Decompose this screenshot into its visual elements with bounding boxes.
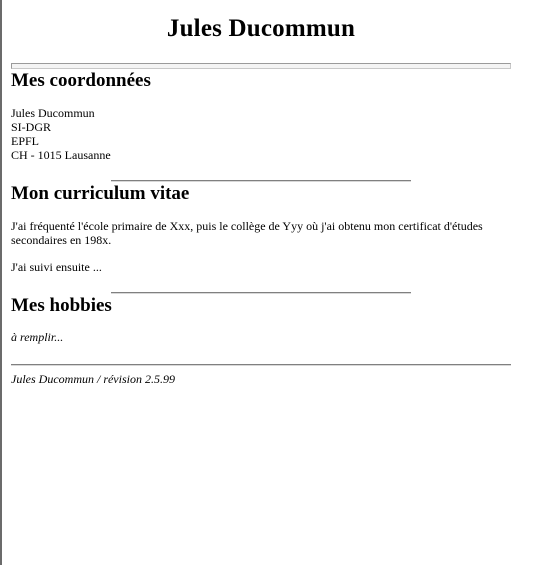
contact-line-department: SI-DGR (11, 120, 52, 134)
hobbies-text: à remplir... (11, 330, 64, 344)
contact-line-institution: EPFL (11, 134, 40, 148)
footer-divider (11, 364, 511, 366)
page-content: Jules Ducommun Mes coordonnées Jules Duc… (11, 0, 511, 386)
cv-paragraph-2: J'ai suivi ensuite ... (11, 260, 102, 274)
contact-line-name: Jules Ducommun (11, 106, 95, 120)
hobbies-heading: Mes hobbies (11, 295, 112, 316)
contact-line-city: CH - 1015 Lausanne (11, 148, 111, 162)
cv-paragraph-1: J'ai fréquenté l'école primaire de Xxx, … (11, 219, 483, 247)
frame-border (0, 0, 2, 565)
cv-heading: Mon curriculum vitae (11, 183, 190, 204)
page-title: Jules Ducommun (166, 15, 356, 42)
footer-signature: Jules Ducommun / révision 2.5.99 (11, 372, 175, 386)
contact-heading: Mes coordonnées (11, 70, 151, 91)
contact-address: Jules Ducommun SI-DGR EPFL CH - 1015 Lau… (11, 106, 511, 162)
